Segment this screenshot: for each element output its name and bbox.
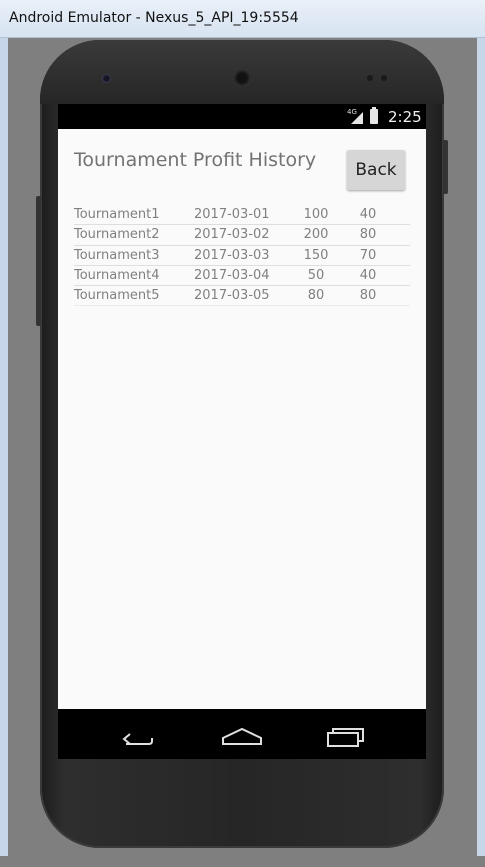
window-border-left	[0, 38, 8, 856]
volume-button[interactable]	[36, 196, 41, 326]
status-time: 2:25	[388, 108, 422, 126]
history-row: Tournament1 2017-03-01 100 40	[74, 205, 410, 226]
emulator-window: Android Emulator - Nexus_5_API_19:5554 4…	[0, 0, 485, 867]
nav-recent-apps-icon[interactable]	[324, 719, 368, 749]
nav-back-icon[interactable]	[116, 719, 160, 749]
tournament-name: Tournament2	[74, 227, 160, 243]
tournament-name: Tournament3	[74, 247, 160, 263]
tournament-profit: 80	[359, 288, 377, 304]
back-button[interactable]: Back	[347, 150, 405, 190]
tournament-name: Tournament1	[74, 207, 160, 222]
tournament-name: Tournament5	[74, 288, 160, 304]
device-screen: 4G 2:25 Tournament Profit History Back T…	[58, 104, 426, 759]
history-row: Tournament2 2017-03-02 200 80	[74, 225, 410, 246]
window-title: Android Emulator - Nexus_5_API_19:5554	[9, 10, 299, 26]
profit-history-list: Tournament1 2017-03-01 100 40 Tournament2 201…	[74, 205, 410, 307]
history-row: Tournament5 2017-03-05 80 80	[74, 286, 410, 307]
window-border-right	[477, 38, 485, 856]
nav-home-icon[interactable]	[220, 719, 264, 749]
tournament-profit: 80	[359, 227, 377, 243]
tournament-profit: 70	[359, 247, 377, 263]
tournament-buyin: 150	[303, 247, 329, 263]
history-row: Tournament3 2017-03-03 150 70	[74, 246, 410, 266]
front-camera-icon	[102, 74, 111, 83]
tournament-date: 2017-03-03	[194, 247, 270, 263]
tournament-name: Tournament4	[74, 267, 160, 283]
tournament-date: 2017-03-01	[194, 207, 270, 222]
tournament-buyin: 200	[303, 227, 329, 243]
tournament-buyin: 50	[307, 267, 325, 283]
tournament-buyin: 100	[303, 207, 329, 222]
proximity-sensor-icon	[367, 75, 373, 81]
light-sensor-icon	[381, 75, 387, 81]
navigation-bar	[58, 709, 426, 759]
tournament-profit: 40	[359, 207, 377, 222]
earpiece-speaker-icon	[233, 69, 251, 87]
status-bar: 4G 2:25	[58, 104, 426, 129]
window-title-bar[interactable]: Android Emulator - Nexus_5_API_19:5554	[0, 0, 485, 38]
tournament-date: 2017-03-02	[194, 227, 270, 243]
battery-icon	[370, 107, 378, 124]
tournament-profit: 40	[359, 267, 377, 283]
power-button[interactable]	[443, 140, 448, 194]
tournament-buyin: 80	[307, 288, 325, 304]
tournament-date: 2017-03-04	[194, 267, 270, 283]
page-title: Tournament Profit History	[74, 149, 317, 171]
signal-icon	[351, 112, 363, 124]
history-row: Tournament4 2017-03-04 50 40	[74, 266, 410, 287]
tournament-date: 2017-03-05	[194, 288, 270, 304]
